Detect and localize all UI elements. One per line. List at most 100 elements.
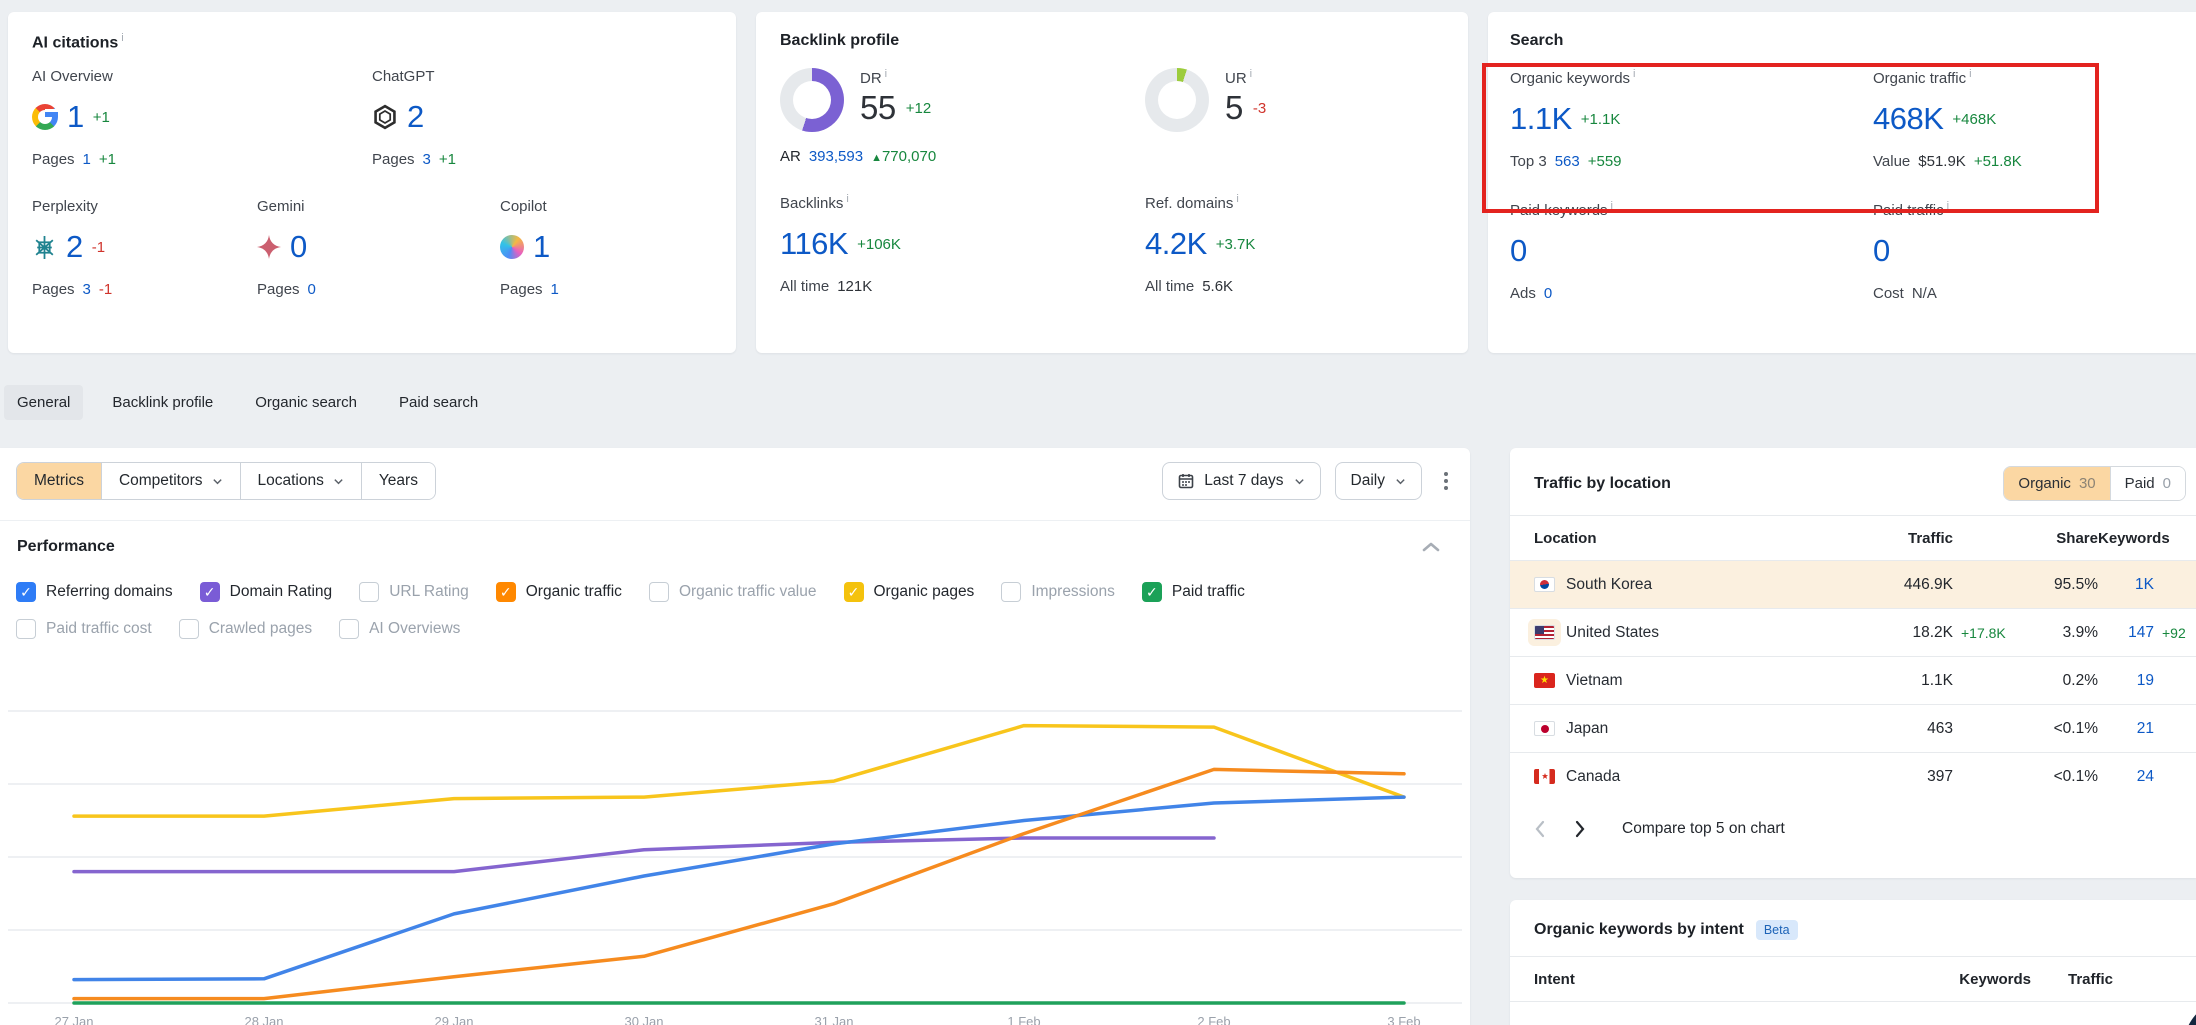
metric-domain-rating[interactable]: ✓Domain Rating: [200, 582, 333, 602]
organic-traffic-value[interactable]: 468K: [1873, 101, 1943, 137]
toggle-paid[interactable]: Paid0: [2110, 467, 2185, 500]
ar-value-link[interactable]: 393,593: [809, 148, 863, 165]
info-icon[interactable]: i: [1633, 68, 1635, 80]
flag-japan-icon: [1534, 721, 1555, 736]
traffic-value: 446.9K: [1868, 576, 1953, 594]
toggle-organic[interactable]: Organic30: [2004, 467, 2109, 500]
competitors-filter-button[interactable]: Competitors: [101, 463, 240, 499]
paid-traffic-label-text: Paid traffic: [1873, 202, 1944, 219]
date-range-button[interactable]: Last 7 days: [1162, 462, 1320, 500]
col-traffic[interactable]: Traffic: [1868, 530, 1953, 547]
info-icon[interactable]: i: [885, 68, 887, 80]
paid-keywords-value[interactable]: 0: [1510, 233, 1527, 269]
compare-top5-link[interactable]: Compare top 5 on chart: [1622, 820, 1785, 838]
metric-referring-domains[interactable]: ✓Referring domains: [16, 582, 173, 602]
more-options-kebab-icon[interactable]: [1436, 466, 1456, 496]
tab-backlink-profile[interactable]: Backlink profile: [99, 385, 226, 420]
col-keywords[interactable]: Keywords: [2098, 530, 2154, 547]
metric-organic-traffic-value[interactable]: Organic traffic value: [649, 582, 817, 602]
top3-value-link[interactable]: 563: [1555, 153, 1580, 170]
col-location[interactable]: Location: [1534, 530, 1868, 547]
info-icon[interactable]: i: [1947, 200, 1949, 212]
ai-overview-value[interactable]: 1: [67, 99, 84, 135]
checkbox-icon[interactable]: ✓: [844, 582, 864, 602]
tab-organic-search[interactable]: Organic search: [242, 385, 370, 420]
performance-line-chart[interactable]: 27 Jan28 Jan29 Jan30 Jan31 Jan1 Feb2 Feb…: [0, 674, 1470, 1025]
prev-page-chevron-icon[interactable]: [1534, 820, 1546, 838]
checkbox-icon[interactable]: ✓: [496, 582, 516, 602]
ar-delta: ▲770,070: [871, 148, 936, 165]
locations-filter-button[interactable]: Locations: [240, 463, 361, 499]
gemini-value[interactable]: 0: [290, 229, 307, 265]
metric-url-rating[interactable]: URL Rating: [359, 582, 469, 602]
metric-ai-overviews[interactable]: AI Overviews: [339, 619, 460, 639]
info-icon[interactable]: i: [1611, 200, 1613, 212]
pages-value-link[interactable]: 3: [423, 151, 431, 168]
location-row-south-korea[interactable]: South Korea 446.9K 95.5% 1K: [1510, 560, 2196, 608]
chatgpt-value[interactable]: 2: [407, 99, 424, 135]
metrics-filter-button[interactable]: Metrics: [17, 463, 101, 499]
metric-paid-traffic-cost[interactable]: Paid traffic cost: [16, 619, 152, 639]
organic-traffic-delta: +468K: [1952, 111, 1996, 128]
copilot-value[interactable]: 1: [533, 229, 550, 265]
perplexity-value[interactable]: 2: [66, 229, 83, 265]
metric-label: Paid traffic cost: [46, 620, 152, 638]
organic-row: Organic keywordsi 1.1K+1.1K Top 3563+559…: [1510, 68, 2174, 170]
keywords-link[interactable]: 21: [2098, 720, 2154, 738]
location-row-united-states[interactable]: United States 18.2K +17.8K 3.9% 147 +92: [1510, 608, 2196, 656]
checkbox-icon[interactable]: [1001, 582, 1021, 602]
col-share[interactable]: Share: [2028, 530, 2098, 547]
ai-citations-title-text: AI citations: [32, 34, 118, 51]
tab-paid-search[interactable]: Paid search: [386, 385, 491, 420]
checkbox-icon[interactable]: ✓: [1142, 582, 1162, 602]
pages-value-link[interactable]: 3: [83, 281, 91, 298]
tab-general[interactable]: General: [4, 385, 83, 420]
keywords-link[interactable]: 147: [2098, 624, 2154, 642]
ads-label: Ads: [1510, 285, 1536, 302]
next-page-chevron-icon[interactable]: [1574, 820, 1586, 838]
info-icon[interactable]: i: [1250, 68, 1252, 80]
years-filter-button[interactable]: Years: [361, 463, 435, 499]
checkbox-icon[interactable]: [179, 619, 199, 639]
checkbox-icon[interactable]: ✓: [16, 582, 36, 602]
checkbox-icon[interactable]: ✓: [200, 582, 220, 602]
info-icon[interactable]: i: [1969, 68, 1971, 80]
pages-value-link[interactable]: 0: [308, 281, 316, 298]
info-icon[interactable]: i: [1236, 193, 1238, 205]
paid-traffic-cell: Paid traffici 0 CostN/A: [1873, 200, 1949, 302]
keywords-link[interactable]: 24: [2098, 768, 2154, 786]
checkbox-icon[interactable]: [359, 582, 379, 602]
flag-vietnam-icon: [1534, 673, 1555, 688]
metric-crawled-pages[interactable]: Crawled pages: [179, 619, 312, 639]
keywords-link[interactable]: 1K: [2098, 576, 2154, 594]
pages-label: Pages: [372, 151, 415, 168]
checkbox-icon[interactable]: [649, 582, 669, 602]
keywords-link[interactable]: 19: [2098, 672, 2154, 690]
paid-traffic-value[interactable]: 0: [1873, 233, 1890, 269]
metric-organic-traffic[interactable]: ✓Organic traffic: [496, 582, 622, 602]
collapse-chevron-up-icon[interactable]: [1422, 541, 1440, 553]
metric-impressions[interactable]: Impressions: [1001, 582, 1115, 602]
location-row-japan[interactable]: Japan 463 <0.1% 21: [1510, 704, 2196, 752]
copilot-icon: [500, 235, 524, 259]
granularity-button[interactable]: Daily: [1335, 462, 1422, 500]
checkbox-icon[interactable]: [339, 619, 359, 639]
performance-header: Performance: [17, 538, 1440, 556]
info-icon[interactable]: i: [846, 193, 848, 205]
info-icon[interactable]: i: [121, 32, 123, 44]
date-range-label: Last 7 days: [1204, 472, 1283, 490]
pages-value-link[interactable]: 1: [83, 151, 91, 168]
divider: [1510, 1001, 2196, 1002]
backlinks-value[interactable]: 116K: [780, 226, 848, 262]
metric-organic-pages[interactable]: ✓Organic pages: [844, 582, 975, 602]
ref-domains-value[interactable]: 4.2K: [1145, 226, 1207, 262]
pages-value-link[interactable]: 1: [551, 281, 559, 298]
location-row-canada[interactable]: Canada 397 <0.1% 24: [1510, 752, 2196, 800]
metric-paid-traffic[interactable]: ✓Paid traffic: [1142, 582, 1245, 602]
organic-keywords-delta: +1.1K: [1581, 111, 1621, 128]
checkbox-icon[interactable]: [16, 619, 36, 639]
ar-label: AR: [780, 148, 801, 165]
organic-keywords-value[interactable]: 1.1K: [1510, 101, 1572, 137]
ads-value-link[interactable]: 0: [1544, 285, 1552, 302]
location-row-vietnam[interactable]: Vietnam 1.1K 0.2% 19: [1510, 656, 2196, 704]
